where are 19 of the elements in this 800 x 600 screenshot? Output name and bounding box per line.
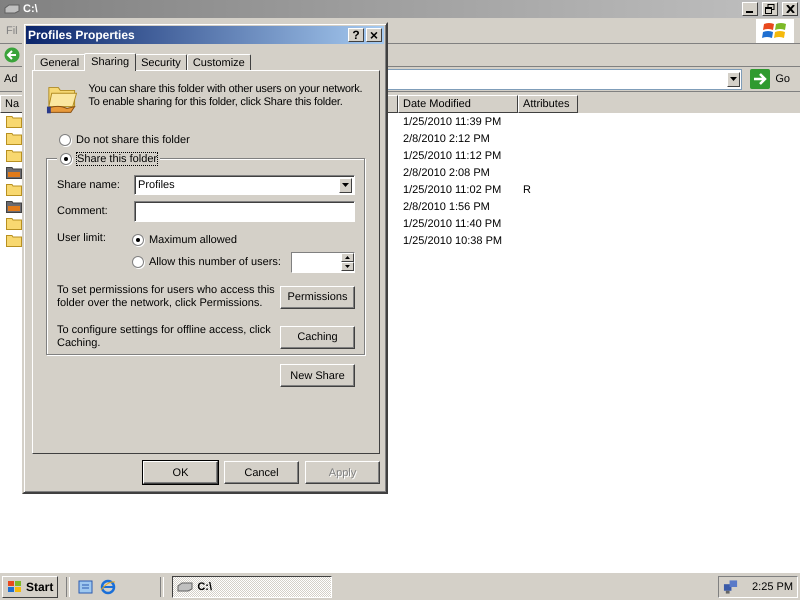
date-cell-text: 2/8/2010 1:56 PM (403, 200, 491, 212)
window-title: C:\ (23, 3, 38, 15)
field-label: Share name: (57, 179, 121, 191)
date-cell-text: 1/25/2010 11:12 PM (403, 150, 502, 162)
date-cell-text: 1/25/2010 11:40 PM (403, 218, 502, 230)
attributes-cell: R (523, 184, 531, 196)
address-label: Ad (4, 73, 18, 85)
clock: 2:25 PM (752, 580, 793, 592)
date-cell-text: 2/8/2010 2:08 PM (403, 166, 491, 178)
field-label: Comment: (57, 205, 109, 217)
date-cell-text: 1/25/2010 11:02 PM (403, 184, 502, 196)
date-cell-text: 2/8/2010 2:12 PM (403, 132, 491, 144)
date-cell-text: 1/25/2010 11:39 PM (403, 116, 502, 128)
date-cell-text: 1/25/2010 10:38 PM (403, 234, 504, 246)
field-label: User limit: (57, 232, 107, 246)
caching-text: To configure settings for offline access, click Caching. (57, 324, 272, 350)
dialog-title: Profiles Properties (28, 28, 135, 42)
permissions-text: To set permissions for users who access this folder over the network, click Permissions. (57, 284, 275, 310)
intro-text: You can share this folder with other users on your network. To enable sharing for this folder, click Share this folder. (88, 83, 364, 110)
